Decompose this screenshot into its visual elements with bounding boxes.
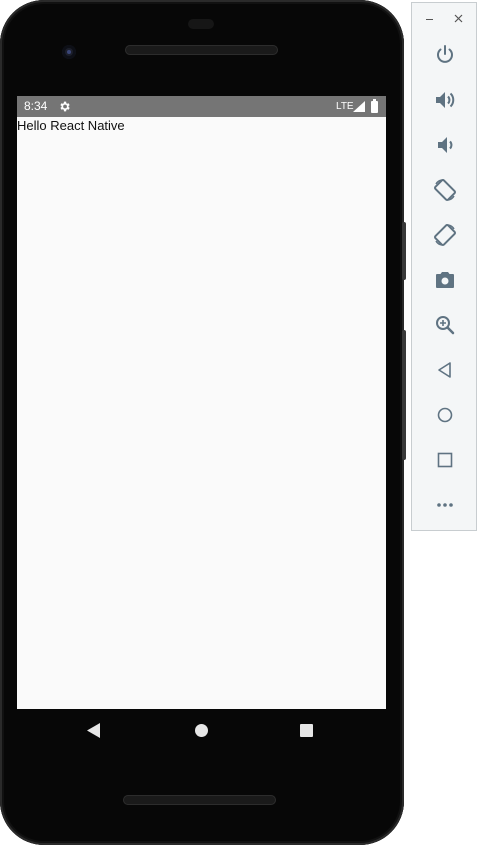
overview-icon[interactable] [433,448,457,472]
zoom-icon[interactable] [433,313,457,337]
hello-text: Hello React Native [17,118,125,133]
navigation-bar [17,709,386,753]
back-icon[interactable] [433,358,457,382]
minimize-icon[interactable] [423,11,437,27]
battery-icon [371,99,378,113]
power-side-button [402,222,406,280]
network-type: LTE [336,101,354,112]
top-speaker [125,45,278,55]
volume-side-button [402,330,406,460]
volume-up-icon[interactable] [433,88,457,112]
power-icon[interactable] [433,43,457,67]
recents-icon[interactable] [300,724,313,737]
earpiece-sensor [188,19,214,29]
phone-frame: 8:34 LTE Hello React Native [0,0,406,845]
camera-icon[interactable] [433,268,457,292]
more-icon[interactable] [433,493,457,517]
back-icon[interactable] [87,723,101,738]
home-icon[interactable] [195,724,208,737]
status-bar: 8:34 LTE [17,96,386,117]
device-screen[interactable]: 8:34 LTE Hello React Native [17,96,386,709]
volume-down-icon[interactable] [433,133,457,157]
bottom-speaker [123,795,276,805]
window-controls [412,11,476,29]
gear-icon [58,100,71,113]
status-time: 8:34 [24,99,48,113]
rotate-left-icon[interactable] [433,178,457,202]
front-camera [62,45,76,59]
rotate-right-icon[interactable] [433,223,457,247]
home-icon[interactable] [433,403,457,427]
close-icon[interactable] [452,11,466,27]
signal-icon [353,101,365,112]
emulator-toolbar [411,2,477,531]
